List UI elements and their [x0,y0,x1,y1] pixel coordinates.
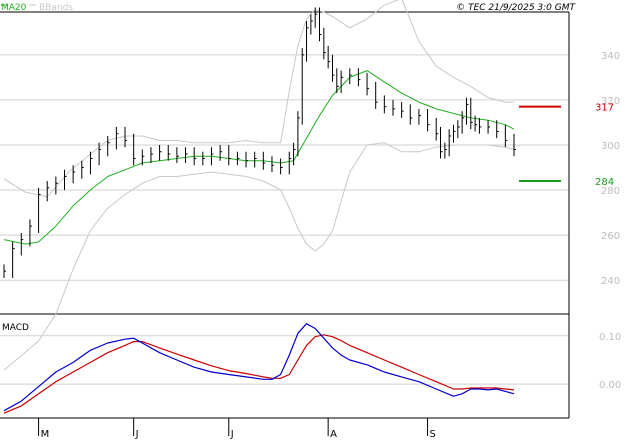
price-tick-label: 260 [601,231,620,242]
stock-chart: MA20 BBands © TEC 21/9/2025 3:0 GMT 2402… [0,0,627,440]
x-axis-tick-label: S [430,429,436,440]
x-axis-tick-label: M [41,429,50,440]
resistance-label: 317 [595,103,614,114]
price-tick-label: 300 [601,141,620,152]
price-tick-label: 340 [601,51,620,62]
macd-panel-title: MACD [2,323,29,333]
x-axis-tick-label: J [135,429,139,440]
x-axis-tick-label: J [230,429,234,440]
macd-tick-label: 0.10 [599,332,621,343]
chart-background [0,0,627,440]
x-axis-tick-label: A [330,429,337,440]
macd-tick-label: 0.00 [599,380,621,391]
support-label: 284 [595,177,614,188]
price-tick-label: 240 [601,276,620,287]
